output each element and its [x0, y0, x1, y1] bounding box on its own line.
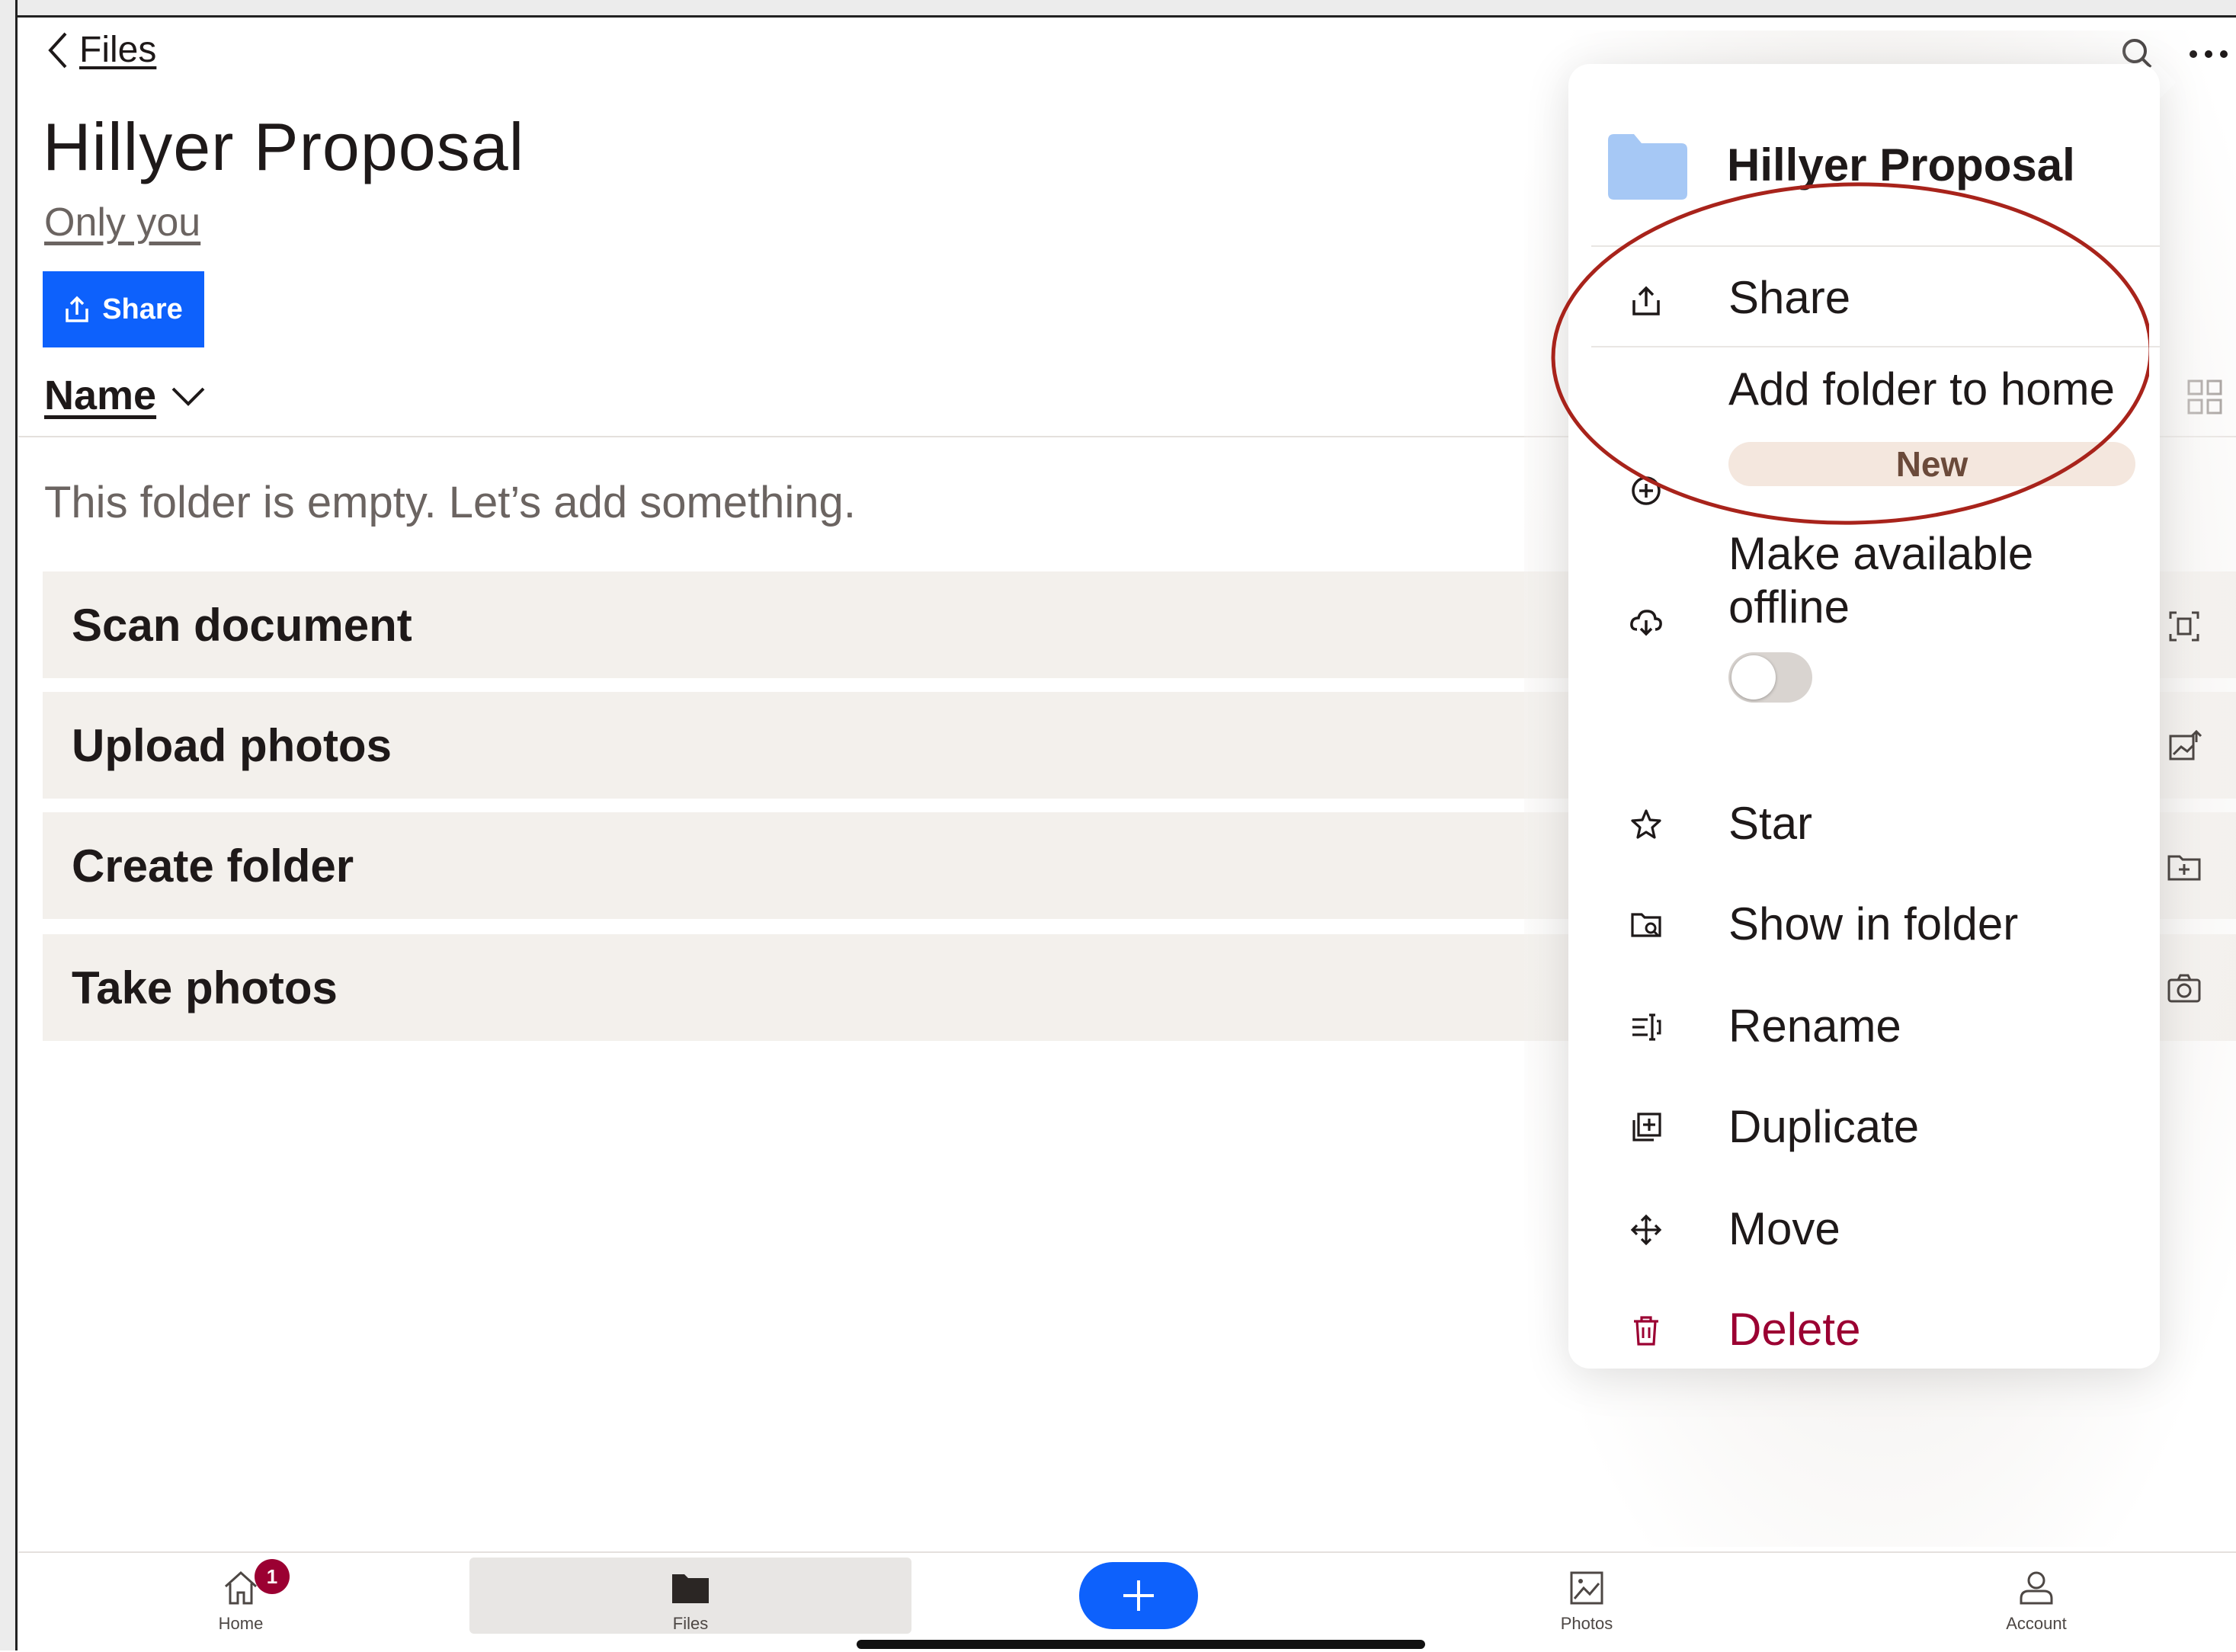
- home-indicator[interactable]: [857, 1640, 1425, 1649]
- popover-divider: [1591, 245, 2160, 247]
- frame-border-top: [0, 0, 2236, 18]
- menu-item-delete[interactable]: Delete: [1568, 1291, 2160, 1375]
- menu-item-label: Add folder to home: [1728, 363, 2115, 415]
- folder-options-popover: Hillyer Proposal Share Add folder to hom…: [1568, 64, 2160, 1369]
- nav-files-label: Files: [672, 1614, 709, 1633]
- notification-badge: 1: [255, 1559, 290, 1594]
- menu-item-label: Rename: [1728, 1000, 1901, 1052]
- back-label[interactable]: Files: [79, 29, 156, 71]
- add-circle-icon: [1632, 476, 1661, 505]
- nav-account[interactable]: Account: [1991, 1561, 2082, 1644]
- menu-item-label: Show in folder: [1728, 898, 2019, 949]
- trash-icon: [1634, 1316, 1658, 1346]
- upload-photos-label: Upload photos: [72, 719, 392, 771]
- offline-toggle[interactable]: [1728, 652, 1812, 703]
- create-folder-label: Create folder: [72, 840, 354, 892]
- scan-icon: [2169, 611, 2199, 642]
- toggle-knob: [1731, 655, 1776, 700]
- menu-item-share[interactable]: Share: [1568, 255, 2160, 346]
- take-photos-label: Take photos: [72, 962, 338, 1013]
- new-badge: New: [1728, 442, 2135, 486]
- duplicate-icon: [1632, 1113, 1661, 1141]
- menu-item-label-line1: Make available: [1728, 528, 2034, 579]
- nav-account-label: Account: [2006, 1614, 2067, 1633]
- share-button-label: Share: [102, 293, 183, 325]
- sort-by-name-control[interactable]: Name: [44, 372, 207, 419]
- menu-item-star[interactable]: Star: [1568, 783, 2160, 867]
- page-title: Hillyer Proposal: [43, 109, 525, 184]
- menu-item-label: Duplicate: [1728, 1101, 1920, 1152]
- menu-item-make-available-offline[interactable]: Make available offline: [1568, 524, 2160, 753]
- plus-icon: [1123, 1580, 1154, 1611]
- share-icon: [66, 296, 88, 322]
- nav-photos[interactable]: Photos: [1541, 1561, 1632, 1644]
- scan-document-label: Scan document: [72, 599, 412, 651]
- chevron-down-icon: [171, 387, 205, 406]
- folder-search-icon: [1631, 913, 1661, 937]
- create-folder-icon: [2167, 855, 2201, 881]
- menu-item-label: Move: [1728, 1203, 1840, 1254]
- share-button[interactable]: Share: [43, 271, 204, 347]
- back-to-files-link[interactable]: Files: [46, 29, 156, 71]
- menu-item-label: Delete: [1728, 1304, 1861, 1355]
- nav-files[interactable]: Files: [645, 1561, 736, 1644]
- create-button[interactable]: [1079, 1562, 1198, 1629]
- sharing-status-link[interactable]: Only you: [44, 200, 200, 245]
- sort-label[interactable]: Name: [44, 372, 156, 419]
- menu-item-move[interactable]: Move: [1568, 1189, 2160, 1273]
- share-icon: [1632, 286, 1660, 315]
- account-icon: [2020, 1571, 2053, 1605]
- menu-item-duplicate[interactable]: Duplicate: [1568, 1088, 2160, 1172]
- popover-title: Hillyer Proposal: [1727, 139, 2075, 190]
- frame-border-left: [0, 0, 18, 1650]
- nav-photos-label: Photos: [1560, 1614, 1613, 1633]
- cloud-download-icon: [1630, 610, 1662, 636]
- upload-photo-icon: [2169, 729, 2202, 760]
- menu-item-label: Star: [1728, 798, 1813, 849]
- move-icon: [1630, 1214, 1662, 1246]
- menu-item-label: Share: [1728, 272, 1851, 323]
- folder-icon: [1608, 134, 1687, 200]
- menu-item-rename[interactable]: Rename: [1568, 986, 2160, 1070]
- rename-icon: [1632, 1013, 1661, 1041]
- chevron-left-icon: [48, 32, 67, 68]
- folder-icon: [672, 1574, 709, 1603]
- photos-icon: [1570, 1571, 1603, 1605]
- camera-icon: [2167, 974, 2201, 1003]
- nav-home-label: Home: [218, 1614, 264, 1633]
- empty-folder-message: This folder is empty. Let’s add somethin…: [44, 478, 856, 527]
- menu-item-label-line2: offline: [1728, 581, 1850, 632]
- menu-item-show-in-folder[interactable]: Show in folder: [1568, 885, 2160, 969]
- star-icon: [1631, 809, 1661, 839]
